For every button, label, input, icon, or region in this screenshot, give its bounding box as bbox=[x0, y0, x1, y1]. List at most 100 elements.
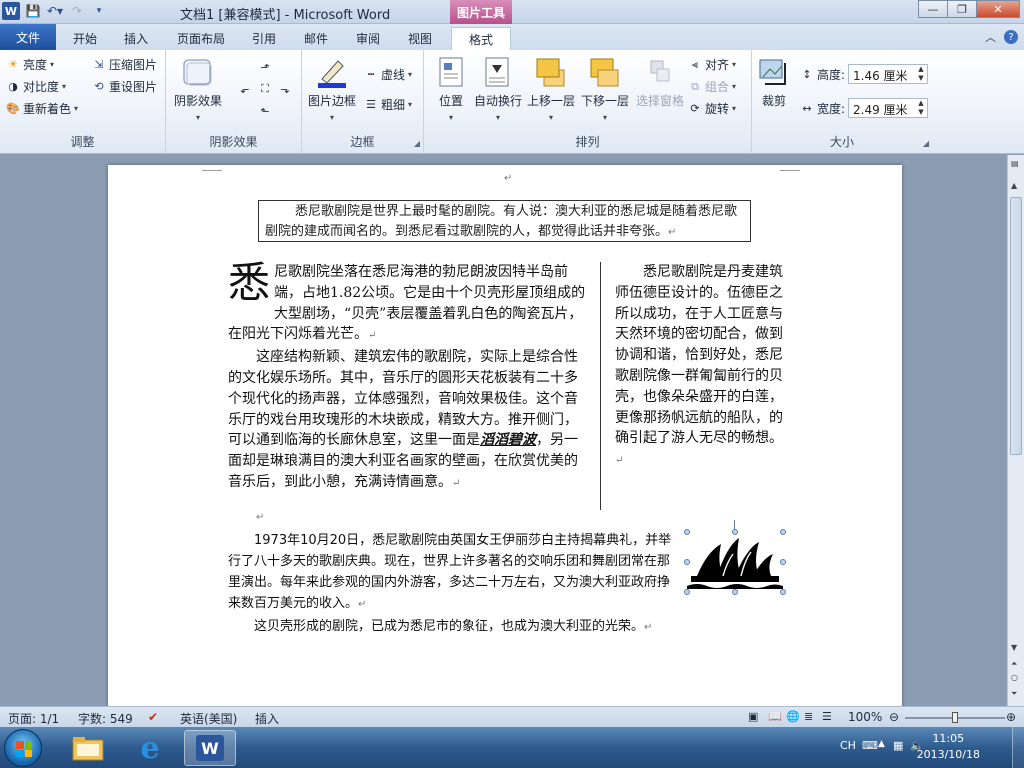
nudge-shadow-right-icon[interactable]: ⬎ bbox=[278, 82, 292, 96]
selection-pane-button[interactable]: 选择窗格 bbox=[634, 92, 686, 109]
page-count[interactable]: 页面: 1/1 bbox=[8, 710, 59, 727]
resize-handle[interactable] bbox=[780, 589, 786, 595]
opera-house-picture[interactable] bbox=[684, 520, 786, 595]
language-indicator[interactable]: 英语(美国) bbox=[180, 710, 237, 727]
group-objects-button[interactable]: ⧉ 组合 ▾ bbox=[688, 78, 736, 95]
scroll-thumb[interactable] bbox=[1010, 197, 1022, 455]
web-layout-icon[interactable]: 🌐 bbox=[786, 710, 800, 723]
paragraph-4[interactable]: 这贝壳形成的剧院，已成为悉尼市的象征，也成为澳大利亚的光荣。↵ bbox=[228, 616, 788, 638]
resize-handle[interactable] bbox=[684, 589, 690, 595]
nudge-shadow-up-icon[interactable]: ⬏ bbox=[258, 60, 272, 74]
outline-icon[interactable]: ≣ bbox=[804, 710, 813, 723]
tab-mailings[interactable]: 邮件 bbox=[296, 27, 336, 50]
resize-handle[interactable] bbox=[732, 529, 738, 535]
width-input[interactable]: 2.49 厘米 ▲ ▼ bbox=[848, 98, 928, 118]
contrast-button[interactable]: ◑ 对比度 ▾ bbox=[6, 78, 66, 95]
width-spinner-icon[interactable]: ▲ ▼ bbox=[916, 99, 926, 117]
network-icon[interactable]: ▦ bbox=[893, 739, 903, 752]
word-logo-icon[interactable]: W bbox=[2, 2, 20, 20]
picture-border-button[interactable]: 图片边框 ▾ bbox=[306, 92, 358, 123]
start-button[interactable] bbox=[4, 729, 42, 767]
shadow-effects-icon[interactable] bbox=[180, 56, 214, 88]
keyboard-icon[interactable]: ⌨ bbox=[862, 739, 878, 752]
bordered-paragraph[interactable]: 悉尼歌剧院是世界上最时髦的剧院。有人说：澳大利亚的悉尼城是随着悉尼歌剧院的建成而… bbox=[258, 200, 751, 242]
proofing-icon[interactable]: ✔ bbox=[148, 710, 158, 724]
undo-icon[interactable]: ↶▾ bbox=[46, 2, 64, 20]
bring-forward-button[interactable]: 上移一层 ▾ bbox=[524, 92, 578, 123]
next-page-icon[interactable]: ⏷ bbox=[1011, 689, 1017, 699]
wrap-text-button[interactable]: 自动换行 ▾ bbox=[472, 92, 524, 123]
ruler-toggle-icon[interactable]: ▤ bbox=[1011, 159, 1019, 168]
full-screen-reading-icon[interactable]: 📖 bbox=[768, 710, 782, 723]
close-button[interactable]: ✕ bbox=[976, 0, 1020, 18]
document-page[interactable]: ↵ 悉尼歌剧院是世界上最时髦的剧院。有人说：澳大利亚的悉尼城是随着悉尼歌剧院的建… bbox=[108, 165, 902, 706]
dashes-button[interactable]: ┅ 虚线 ▾ bbox=[364, 66, 412, 83]
size-dialog-launcher-icon[interactable]: ◢ bbox=[923, 139, 929, 148]
bring-forward-icon[interactable] bbox=[534, 56, 568, 88]
resize-handle[interactable] bbox=[780, 559, 786, 565]
save-icon[interactable]: 💾 bbox=[24, 2, 42, 20]
ime-indicator[interactable]: CH bbox=[840, 739, 856, 752]
height-input[interactable]: 1.46 厘米 ▲ ▼ bbox=[848, 64, 928, 84]
crop-button[interactable]: 裁剪 bbox=[754, 92, 794, 109]
border-dialog-launcher-icon[interactable]: ◢ bbox=[414, 139, 420, 148]
resize-handle[interactable] bbox=[684, 529, 690, 535]
draft-icon[interactable]: ☰ bbox=[822, 710, 832, 723]
previous-page-icon[interactable]: ⏶ bbox=[1011, 659, 1017, 669]
insert-mode[interactable]: 插入 bbox=[255, 710, 279, 727]
nudge-shadow-left-icon[interactable]: ⬐ bbox=[238, 82, 252, 96]
tab-references[interactable]: 引用 bbox=[244, 27, 284, 50]
zoom-level[interactable]: 100% bbox=[848, 710, 882, 724]
tab-file[interactable]: 文件 bbox=[0, 24, 56, 50]
scroll-down-icon[interactable]: ▼ bbox=[1011, 643, 1017, 652]
zoom-in-icon[interactable]: ⊕ bbox=[1006, 710, 1016, 724]
wrap-text-icon[interactable] bbox=[482, 56, 512, 88]
show-hidden-icons-icon[interactable]: ▲ bbox=[878, 739, 885, 749]
height-spinner-icon[interactable]: ▲ ▼ bbox=[916, 65, 926, 83]
collapse-ribbon-icon[interactable]: ︿ bbox=[985, 29, 996, 45]
column-left[interactable]: 悉尼歌剧院坐落在悉尼海港的勃尼朗波因特半岛前端，占地1.82公顷。它是由十个贝壳… bbox=[228, 262, 590, 495]
shadow-effects-button[interactable]: 阴影效果 ▾ bbox=[170, 92, 226, 123]
recolor-button[interactable]: 🎨 重新着色 ▾ bbox=[6, 100, 78, 117]
internet-explorer-icon[interactable]: e bbox=[124, 730, 176, 766]
resize-handle[interactable] bbox=[732, 589, 738, 595]
tab-review[interactable]: 审阅 bbox=[348, 27, 388, 50]
send-backward-icon[interactable] bbox=[588, 56, 622, 88]
help-icon[interactable]: ? bbox=[1004, 30, 1018, 44]
select-browse-object-icon[interactable]: ○ bbox=[1011, 673, 1018, 682]
vertical-scrollbar[interactable]: ▤ ▲ ▼ ⏶ ○ ⏷ bbox=[1007, 155, 1024, 706]
scroll-up-icon[interactable]: ▲ bbox=[1011, 181, 1017, 190]
toggle-shadow-icon[interactable]: ⛶ bbox=[258, 82, 272, 96]
tab-insert[interactable]: 插入 bbox=[114, 27, 158, 50]
tab-page-layout[interactable]: 页面布局 bbox=[170, 27, 232, 50]
crop-icon[interactable] bbox=[756, 56, 792, 88]
picture-border-icon[interactable] bbox=[316, 54, 348, 90]
resize-handle[interactable] bbox=[684, 559, 690, 565]
nudge-shadow-down-icon[interactable]: ⬑ bbox=[258, 104, 272, 118]
send-backward-button[interactable]: 下移一层 ▾ bbox=[578, 92, 632, 123]
print-layout-icon[interactable]: ▣ bbox=[748, 710, 758, 723]
minimize-button[interactable]: — bbox=[918, 0, 948, 18]
compress-pictures-button[interactable]: ⇲ 压缩图片 bbox=[92, 56, 157, 73]
weight-button[interactable]: ☰ 粗细 ▾ bbox=[364, 96, 412, 113]
tab-format[interactable]: 格式 bbox=[451, 27, 511, 50]
show-desktop-button[interactable] bbox=[1012, 727, 1024, 768]
reset-picture-button[interactable]: ⟲ 重设图片 bbox=[92, 78, 157, 95]
clock[interactable]: 11:05 2013/10/18 bbox=[917, 731, 980, 763]
brightness-button[interactable]: ☀ 亮度 ▾ bbox=[6, 56, 54, 73]
word-taskbar-icon[interactable]: W bbox=[184, 730, 236, 766]
restore-button[interactable]: ❐ bbox=[947, 0, 977, 18]
paragraph-3[interactable]: 1973年10月20日，悉尼歌剧院由英国女王伊丽莎白主持揭幕典礼，并举行了八十多… bbox=[228, 530, 680, 615]
zoom-slider-thumb[interactable] bbox=[952, 712, 958, 723]
rotate-button[interactable]: ⟳ 旋转 ▾ bbox=[688, 100, 736, 117]
column-right[interactable]: 悉尼歌剧院是丹麦建筑师伍德臣设计的。伍德臣之所以成功，在于人工匠意与天然环境的密… bbox=[615, 262, 787, 472]
position-button[interactable]: 位置 ▾ bbox=[428, 92, 474, 123]
resize-handle[interactable] bbox=[780, 529, 786, 535]
zoom-out-icon[interactable]: ⊖ bbox=[889, 710, 899, 724]
position-icon[interactable] bbox=[436, 56, 466, 88]
align-button[interactable]: ⫷ 对齐 ▾ bbox=[688, 56, 736, 73]
selection-pane-icon[interactable] bbox=[644, 56, 674, 88]
word-count[interactable]: 字数: 549 bbox=[78, 710, 133, 727]
redo-icon[interactable]: ↷ bbox=[68, 2, 86, 20]
explorer-icon[interactable] bbox=[62, 730, 114, 766]
